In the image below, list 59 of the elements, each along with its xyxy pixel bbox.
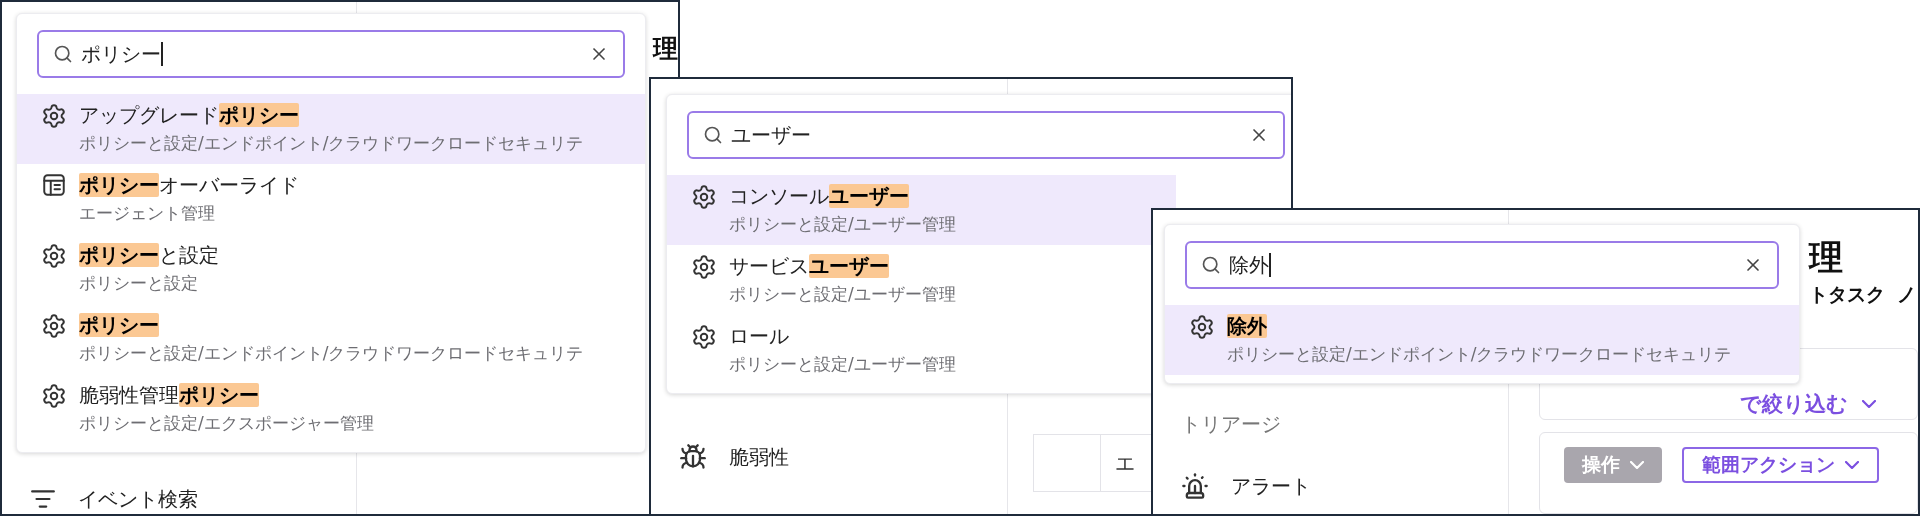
result-path: ポリシーと設定/ユーザー管理	[729, 353, 956, 376]
page-heading: 理	[653, 33, 678, 65]
search-query: ユーザー	[731, 121, 811, 149]
chevron-icon	[1630, 460, 1644, 469]
search-result[interactable]: 脆弱性管理ポリシー ポリシーと設定/エクスポージャー管理	[17, 374, 645, 444]
gear-icon	[41, 313, 67, 339]
sidebar-item[interactable]: 脆弱性	[679, 439, 1007, 475]
result-title: ロール	[729, 323, 790, 350]
sidebar-item[interactable]: イベント検索	[30, 484, 356, 514]
layout-icon	[41, 172, 67, 198]
result-title: サービスユーザー	[729, 253, 890, 280]
gear-icon	[41, 243, 67, 269]
search-query: 除外	[1229, 251, 1269, 279]
result-path: ポリシーと設定/ユーザー管理	[729, 283, 956, 306]
result-title: 除外	[1227, 313, 1268, 340]
result-path: ポリシーと設定/エクスポージャー管理	[79, 412, 374, 435]
search-field[interactable]: ユーザー	[687, 111, 1285, 159]
bug-icon	[679, 443, 707, 471]
action-button[interactable]: 範囲アクション	[1682, 446, 1879, 483]
column-header: エ	[1100, 435, 1135, 491]
gear-icon	[1189, 314, 1215, 340]
search-icon	[1201, 255, 1221, 275]
search-result[interactable]: ポリシー ポリシーと設定/エンドポイント/クラウドワークロードセキュリテ	[17, 304, 645, 374]
gear-icon	[691, 254, 717, 280]
result-title: 脆弱性管理ポリシー	[79, 382, 260, 409]
search-icon	[703, 125, 723, 145]
result-title: ポリシーオーバーライド	[79, 172, 299, 199]
result-title: ポリシー	[79, 312, 160, 339]
search-result[interactable]: アップグレードポリシー ポリシーと設定/エンドポイント/クラウドワークロードセキュリテ	[17, 94, 645, 164]
chevron-icon	[1845, 460, 1859, 469]
gear-icon	[41, 103, 67, 129]
result-path: ポリシーと設定/エンドポイント/クラウドワークロードセキュリテ	[79, 132, 584, 155]
sidebar-item[interactable]: アラート	[1181, 468, 1508, 504]
result-path: ポリシーと設定/エンドポイント/クラウドワークロードセキュリテ	[1227, 343, 1732, 366]
gear-icon	[691, 324, 717, 350]
tab[interactable]: トタスク	[1809, 282, 1885, 308]
result-title: コンソールユーザー	[729, 183, 910, 210]
result-path: エージェント管理	[79, 202, 216, 225]
result-path: ポリシーと設定	[79, 272, 199, 295]
sidebar-item[interactable]: トリアージ	[1181, 406, 1508, 442]
search-result[interactable]: コンソールユーザー ポリシーと設定/ユーザー管理	[667, 175, 1176, 245]
siren-icon	[1181, 472, 1209, 500]
search-field[interactable]: 除外	[1185, 241, 1779, 289]
search-icon	[53, 44, 73, 64]
search-result[interactable]: ポリシーオーバーライド エージェント管理	[17, 164, 645, 234]
tab[interactable]: ノ	[1897, 282, 1916, 308]
page-heading: 理	[1809, 236, 1844, 278]
result-title: ポリシーと設定	[79, 242, 219, 269]
gear-icon	[691, 184, 717, 210]
filter-link[interactable]: で絞り込む	[1740, 389, 1848, 418]
chevron-icon	[1862, 399, 1876, 408]
search-result[interactable]: 除外 ポリシーと設定/エンドポイント/クラウドワークロードセキュリテ	[1165, 305, 1799, 375]
result-path: ポリシーと設定/エンドポイント/クラウドワークロードセキュリテ	[79, 342, 584, 365]
search-query: ポリシー	[81, 40, 161, 68]
search-result[interactable]: ポリシーと設定 ポリシーと設定	[17, 234, 645, 304]
search-field[interactable]: ポリシー	[37, 30, 625, 78]
result-title: アップグレードポリシー	[79, 102, 300, 129]
result-path: ポリシーと設定/ユーザー管理	[729, 213, 956, 236]
gear-icon	[41, 383, 67, 409]
